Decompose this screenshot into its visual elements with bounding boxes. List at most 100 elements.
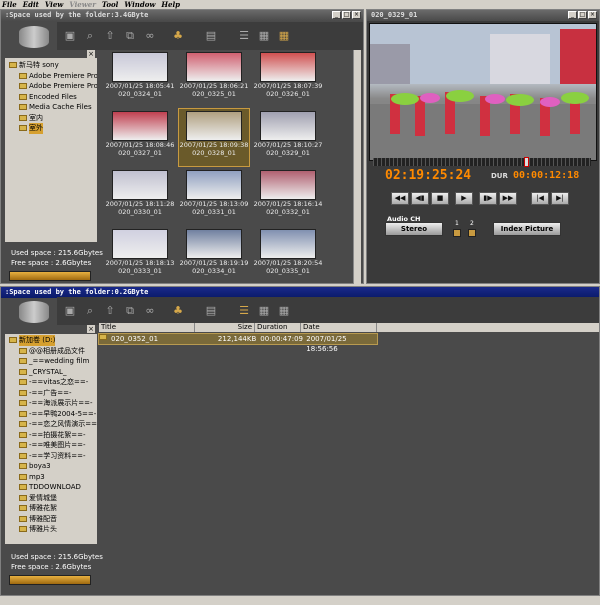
tree-node[interactable]: 室外 <box>5 123 97 134</box>
thumbnail-image <box>112 52 168 82</box>
link-icon[interactable]: ∞ <box>143 304 157 318</box>
thumbnail-view-icon[interactable]: ▦ <box>277 304 291 318</box>
thumbnail-item[interactable]: 2007/01/25 18:07:39 020_0326_01 <box>253 50 323 107</box>
menu-file[interactable]: File <box>2 0 17 9</box>
details-view-icon[interactable]: ▦ <box>257 304 271 318</box>
index-picture-button[interactable]: Index Picture <box>493 222 561 236</box>
menu-window[interactable]: Window <box>124 0 155 9</box>
tree-node[interactable]: -==vitas之恋==- <box>5 377 97 388</box>
details-view-icon[interactable]: ▦ <box>257 29 271 43</box>
column-size[interactable]: Size <box>195 323 255 332</box>
tree-node[interactable]: -==恋之风情演示== <box>5 419 97 430</box>
menu-edit[interactable]: Edit <box>23 0 39 9</box>
top-scrollbar[interactable] <box>353 50 361 284</box>
search-icon[interactable]: ⌕ <box>83 29 97 43</box>
thumbnail-item[interactable]: 2007/01/25 18:19:19 020_0334_01 <box>179 227 249 284</box>
folder-icon <box>19 431 27 438</box>
table-row[interactable]: 020_0352_01 212,144KB 00:00:47:09 2007/01/2… <box>98 333 378 353</box>
folder-icon[interactable]: ▣ <box>63 29 77 43</box>
thumbnail-item[interactable]: 2007/01/25 18:09:38 020_0328_01 <box>178 108 250 167</box>
thumbnail-item[interactable]: 2007/01/25 18:11:28 020_0330_01 <box>105 168 175 225</box>
tree-node[interactable]: _CRYSTAL_ <box>5 367 97 378</box>
tree-node[interactable]: _==wedding film <box>5 356 97 367</box>
menu-viewer[interactable]: Viewer <box>69 0 96 9</box>
tree-node[interactable]: 博雅配音 <box>5 514 97 525</box>
column-date[interactable]: Date <box>301 323 377 332</box>
thumbnail-item[interactable]: 2007/01/25 18:13:09 020_0331_01 <box>179 168 249 225</box>
copy-icon[interactable]: ⧉ <box>123 304 137 318</box>
folder-icon[interactable]: ▣ <box>63 304 77 318</box>
transport-button[interactable]: ◀▮ <box>411 192 429 205</box>
transport-button[interactable]: ◀◀ <box>391 192 409 205</box>
thumbnail-item[interactable]: 2007/01/25 18:08:46 020_0327_01 <box>105 109 175 166</box>
minimize-button[interactable]: _ <box>568 11 577 19</box>
tree-icon[interactable]: ♣ <box>171 29 185 43</box>
tree-node[interactable]: 博雅花絮 <box>5 503 97 514</box>
tree-node[interactable]: boya3 <box>5 461 97 472</box>
tree-node[interactable]: -==唯美图片==- <box>5 440 97 451</box>
maximize-button[interactable]: □ <box>342 11 351 19</box>
stereo-button[interactable]: Stereo <box>385 222 443 236</box>
transport-button[interactable]: ■ <box>431 192 449 205</box>
tree-node[interactable]: Adobe Premiere Pro A <box>5 71 97 82</box>
up-icon[interactable]: ⇧ <box>103 29 117 43</box>
thumbnail-name: 020_0324_01 <box>118 90 162 98</box>
maximize-button[interactable]: □ <box>578 11 587 19</box>
channel-1-toggle[interactable] <box>453 229 461 237</box>
link-icon[interactable]: ∞ <box>143 29 157 43</box>
tree-node[interactable]: -==拍摄花絮==- <box>5 430 97 441</box>
channel-2-toggle[interactable] <box>468 229 476 237</box>
tree-node[interactable]: 新加卷 (D:) <box>5 335 97 346</box>
close-button[interactable]: × <box>588 11 597 19</box>
select-all-icon[interactable]: ▤ <box>199 29 223 43</box>
thumbnail-item[interactable]: 2007/01/25 18:18:13 020_0333_01 <box>105 227 175 284</box>
thumbnail-item[interactable]: 2007/01/25 18:20:54 020_0335_01 <box>253 227 323 284</box>
tree-node[interactable]: -==海派展示片==- <box>5 398 97 409</box>
tree-node[interactable]: -==学习资料==- <box>5 451 97 462</box>
select-all-icon[interactable]: ▤ <box>199 304 223 318</box>
tree-node[interactable]: -==广告==- <box>5 388 97 399</box>
menu-tool[interactable]: Tool <box>102 0 118 9</box>
thumbnail-view-icon[interactable]: ▦ <box>277 29 291 43</box>
search-icon[interactable]: ⌕ <box>83 304 97 318</box>
thumbnail-item[interactable]: 2007/01/25 18:06:21 020_0325_01 <box>179 50 249 107</box>
tree-node[interactable]: Adobe Premiere Pro F <box>5 81 97 92</box>
minimize-button[interactable]: _ <box>332 11 341 19</box>
up-icon[interactable]: ⇧ <box>103 304 117 318</box>
tree-node[interactable]: Encoded Files <box>5 92 97 103</box>
menu-help[interactable]: Help <box>161 0 180 9</box>
tree-node[interactable]: 新马特 sony <box>5 60 97 71</box>
tree-icon[interactable]: ♣ <box>171 304 185 318</box>
transport-button[interactable]: |◀ <box>531 192 549 205</box>
transport-button[interactable]: ▶| <box>551 192 569 205</box>
transport-button[interactable]: ▮▶ <box>479 192 497 205</box>
tree-node[interactable]: TDDOWNLOAD <box>5 482 97 493</box>
tree-node[interactable]: 室内 <box>5 113 97 124</box>
channel-2-label: 2 <box>470 220 474 227</box>
list-view-icon[interactable]: ☰ <box>237 304 251 318</box>
thumbnail-item[interactable]: 2007/01/25 18:16:14 020_0332_01 <box>253 168 323 225</box>
timeline-scrubber[interactable] <box>373 157 591 167</box>
thumbnail-image <box>186 229 242 259</box>
tree-node[interactable]: 博雅片头 <box>5 524 97 535</box>
transport-button[interactable]: ▶ <box>455 192 473 205</box>
transport-button[interactable]: ▶▶ <box>499 192 517 205</box>
close-tree-icon[interactable]: × <box>87 325 95 333</box>
column-duration[interactable]: Duration <box>255 323 301 332</box>
tree-node[interactable]: -==早鸭2004-5==- <box>5 409 97 420</box>
list-view-icon[interactable]: ☰ <box>237 29 251 43</box>
thumbnail-item[interactable]: 2007/01/25 18:10:27 020_0329_01 <box>253 109 323 166</box>
thumbnail-item[interactable]: 2007/01/25 18:05:41 020_0324_01 <box>105 50 175 107</box>
tree-node[interactable]: mp3 <box>5 472 97 483</box>
column-title[interactable]: Title <box>99 323 195 332</box>
tree-node[interactable]: 爱情城堡 <box>5 493 97 504</box>
copy-icon[interactable]: ⧉ <box>123 29 137 43</box>
close-tree-icon[interactable]: × <box>87 50 95 58</box>
tree-node[interactable]: @@相册成品文件 <box>5 346 97 357</box>
playhead-marker[interactable] <box>524 157 530 167</box>
close-button[interactable]: × <box>352 11 361 19</box>
tree-node[interactable]: Media Cache Files <box>5 102 97 113</box>
tree-node-label: Media Cache Files <box>29 103 92 111</box>
menu-view[interactable]: View <box>45 0 63 9</box>
bottom-browser-window: :Space used by the folder:0.2GByte ▣ ⌕ ⇧… <box>0 286 600 596</box>
